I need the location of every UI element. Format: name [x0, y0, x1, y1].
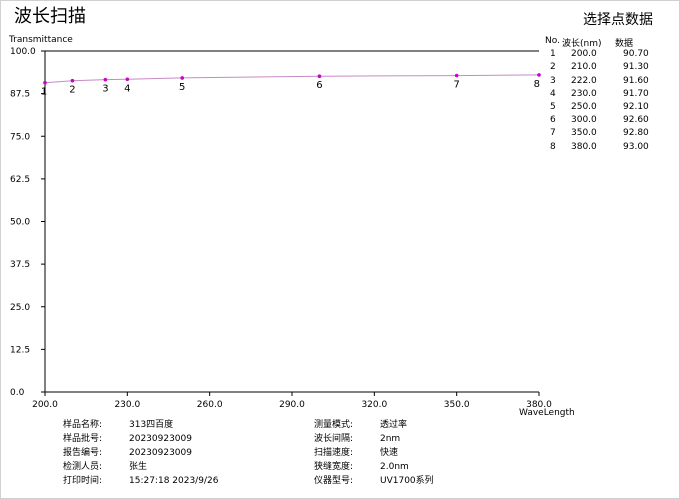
- marked-point-label: 5: [179, 82, 185, 93]
- row-value: 92.80: [623, 128, 649, 139]
- marked-point: [125, 77, 130, 82]
- marked-point: [317, 74, 322, 79]
- marked-point: [103, 77, 108, 82]
- info-value: 20230923009: [129, 434, 192, 444]
- info-value: 快速: [380, 448, 399, 458]
- info-sample-name: 样品名称: 313四百度: [63, 417, 173, 430]
- row-no: 4: [550, 88, 556, 99]
- row-wavelength: 380.0: [571, 141, 597, 152]
- marked-point: [454, 73, 459, 78]
- x-tick-label: 230.0: [114, 400, 140, 410]
- info-value: 313四百度: [129, 420, 174, 430]
- marked-point-label: 4: [124, 83, 130, 94]
- header-data: 数据: [615, 39, 634, 49]
- row-no: 1: [550, 49, 556, 60]
- y-tick-label: 87.5: [10, 90, 30, 100]
- info-value: 2nm: [380, 434, 401, 444]
- info-value: 张生: [129, 462, 148, 472]
- row-wavelength: 350.0: [571, 128, 597, 139]
- info-measure-mode: 测量模式: 透过率: [314, 417, 407, 430]
- info-label: 扫描速度:: [314, 448, 354, 458]
- row-no: 8: [550, 141, 556, 152]
- row-value: 91.60: [623, 75, 649, 86]
- header-no: No.: [545, 36, 560, 46]
- transmittance-curve: [44, 74, 540, 84]
- info-label: 仪器型号:: [314, 476, 354, 486]
- info-instrument-model: 仪器型号: UV1700系列: [314, 473, 434, 486]
- info-label: 检测人员:: [63, 462, 103, 472]
- row-wavelength: 200.0: [571, 49, 597, 60]
- row-no: 3: [550, 75, 556, 86]
- info-slit-width: 狭缝宽度: 2.0nm: [314, 459, 409, 472]
- info-value: 20230923009: [129, 448, 192, 458]
- x-tick-label: 200.0: [32, 400, 58, 410]
- x-tick-label: 320.0: [361, 400, 387, 410]
- chart-axes: [44, 50, 539, 393]
- info-label: 测量模式:: [314, 420, 354, 430]
- info-value: UV1700系列: [380, 476, 434, 486]
- x-tick-label: 380.0: [526, 400, 552, 410]
- info-wavelength-interval: 波长间隔: 2nm: [314, 431, 400, 444]
- row-wavelength: 250.0: [571, 101, 597, 112]
- y-tick-label: 75.0: [10, 132, 30, 142]
- row-value: 90.70: [623, 49, 649, 60]
- row-wavelength: 230.0: [571, 88, 597, 99]
- info-label: 波长间隔:: [314, 434, 354, 444]
- info-label: 样品批号:: [63, 434, 103, 444]
- chart-ticks: 100.0 87.5 75.0 62.5 50.0 37.5 25.0 12.5 0.0 200.…: [10, 47, 552, 410]
- info-inspector: 检测人员: 张生: [63, 459, 147, 472]
- chart-series: [44, 74, 540, 84]
- info-label: 样品名称:: [63, 420, 103, 430]
- y-tick-label: 0.0: [10, 388, 25, 398]
- x-tick-label: 350.0: [444, 400, 470, 410]
- y-tick-label: 100.0: [10, 47, 36, 57]
- row-no: 6: [550, 115, 556, 126]
- marked-point-label: 7: [453, 80, 459, 91]
- marked-point: [180, 76, 185, 80]
- row-wavelength: 210.0: [571, 62, 597, 73]
- row-no: 5: [550, 101, 556, 112]
- marked-point: [70, 78, 75, 83]
- info-label: 报告编号:: [63, 448, 103, 458]
- row-value: 91.70: [623, 88, 649, 99]
- y-tick-label: 25.0: [10, 303, 30, 313]
- info-label: 打印时间:: [63, 476, 103, 486]
- row-no: 7: [550, 128, 556, 139]
- info-label: 狭缝宽度:: [314, 462, 354, 472]
- marked-point-label: 8: [534, 79, 540, 90]
- marked-point: [537, 73, 541, 77]
- info-sample-batch: 样品批号: 20230923009: [63, 431, 192, 444]
- marked-point-label: 2: [69, 85, 75, 96]
- info-value: 透过率: [380, 420, 408, 430]
- y-tick-label: 50.0: [10, 218, 30, 228]
- row-value: 92.60: [623, 115, 649, 126]
- y-tick-label: 62.5: [10, 175, 30, 185]
- y-tick-label: 37.5: [10, 260, 30, 270]
- row-wavelength: 222.0: [571, 75, 597, 86]
- x-tick-label: 290.0: [279, 400, 305, 410]
- marked-point-label: 3: [102, 84, 108, 95]
- info-value: 2.0nm: [380, 462, 409, 472]
- row-wavelength: 300.0: [571, 115, 597, 126]
- y-tick-label: 12.5: [10, 345, 30, 355]
- info-report-number: 报告编号: 20230923009: [63, 445, 192, 458]
- row-no: 2: [550, 62, 556, 73]
- info-scan-speed: 扫描速度: 快速: [314, 445, 398, 458]
- header-wavelength: 波长(nm): [562, 39, 602, 49]
- row-value: 92.10: [623, 101, 649, 112]
- marked-point-label: 1: [41, 87, 47, 98]
- row-value: 91.30: [623, 62, 649, 73]
- info-print-time: 打印时间: 15:27:18 2023/9/26: [63, 473, 218, 486]
- x-tick-label: 260.0: [197, 400, 223, 410]
- marked-point: [43, 80, 47, 85]
- row-value: 93.00: [623, 141, 649, 152]
- info-value: 15:27:18 2023/9/26: [129, 476, 219, 486]
- marked-point-label: 6: [316, 80, 322, 91]
